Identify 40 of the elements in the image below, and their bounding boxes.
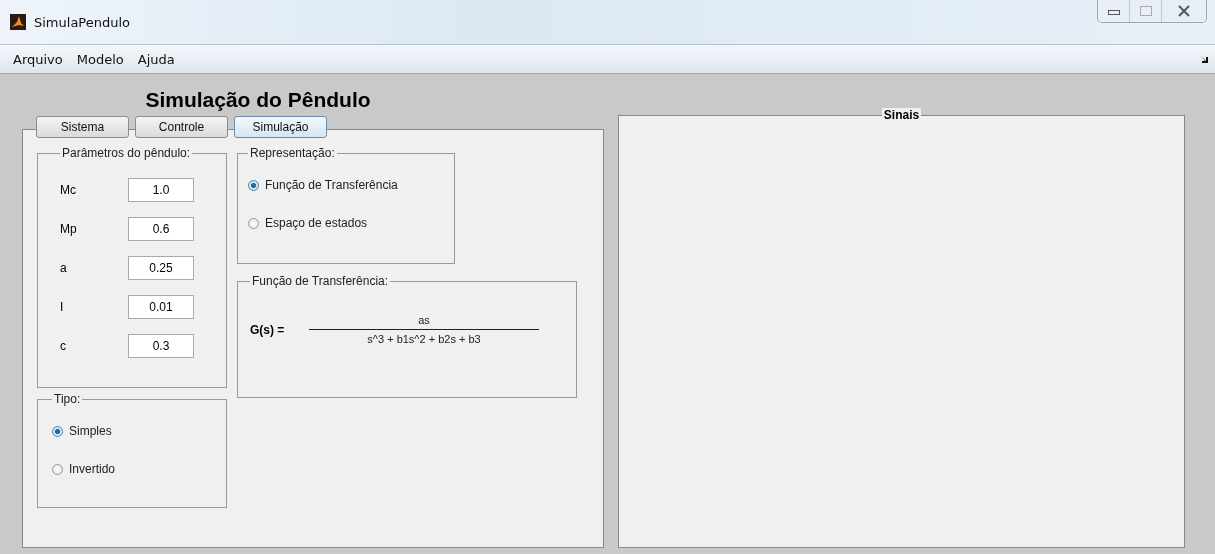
denominator: s^3 + b1s^2 + b2s + b3 — [367, 333, 481, 345]
formula-label: G(s) = — [250, 322, 286, 337]
minimize-button[interactable] — [1098, 0, 1130, 22]
dock-arrow-icon[interactable] — [1201, 55, 1209, 63]
numerator: as — [418, 314, 430, 326]
panel-title: Sinais — [881, 108, 922, 122]
menu-item[interactable]: Arquivo — [6, 49, 70, 69]
group-label: Tipo: — [53, 392, 82, 406]
menu-item[interactable]: Modelo — [69, 49, 131, 69]
group-label: Parâmetros do pêndulo: — [61, 146, 192, 160]
menu-item[interactable]: Ajuda — [130, 49, 182, 69]
radio-indicator[interactable] — [248, 179, 259, 191]
radio-button[interactable]: Função de Transferência — [248, 166, 398, 204]
input-field[interactable]: 0.01 — [128, 294, 194, 319]
field-label: Mc — [60, 182, 77, 197]
field-label: c — [60, 338, 67, 353]
field-label: Mp — [60, 221, 78, 236]
maximize-icon — [1139, 6, 1152, 16]
tab[interactable]: Simulação — [234, 116, 327, 138]
input-field[interactable]: 1.0 — [128, 177, 194, 202]
input-field[interactable]: 0.25 — [128, 255, 194, 280]
heading: Simulação do Pêndulo — [144, 87, 372, 113]
radio-button[interactable]: Espaço de estados — [248, 204, 368, 242]
tab[interactable]: Sistema — [36, 116, 129, 138]
field-label: I — [60, 299, 65, 314]
input-field[interactable]: 0.6 — [128, 216, 194, 241]
radio-indicator[interactable] — [52, 425, 63, 437]
close-icon — [1178, 5, 1190, 17]
app-icon — [10, 14, 26, 30]
window-title: SimulaPendulo — [34, 14, 130, 30]
minimize-icon — [1107, 7, 1120, 15]
group-label: Função de Transferência: — [251, 274, 390, 288]
radio-button[interactable]: Invertido — [52, 450, 116, 488]
field-label: a — [60, 260, 68, 275]
radio-button[interactable]: Simples — [52, 412, 112, 450]
radio-indicator[interactable] — [248, 217, 259, 229]
tab[interactable]: Controle — [135, 116, 228, 138]
input-field[interactable]: 0.3 — [128, 333, 194, 358]
group-label: Representação: — [249, 146, 336, 160]
radio-indicator[interactable] — [52, 463, 63, 475]
